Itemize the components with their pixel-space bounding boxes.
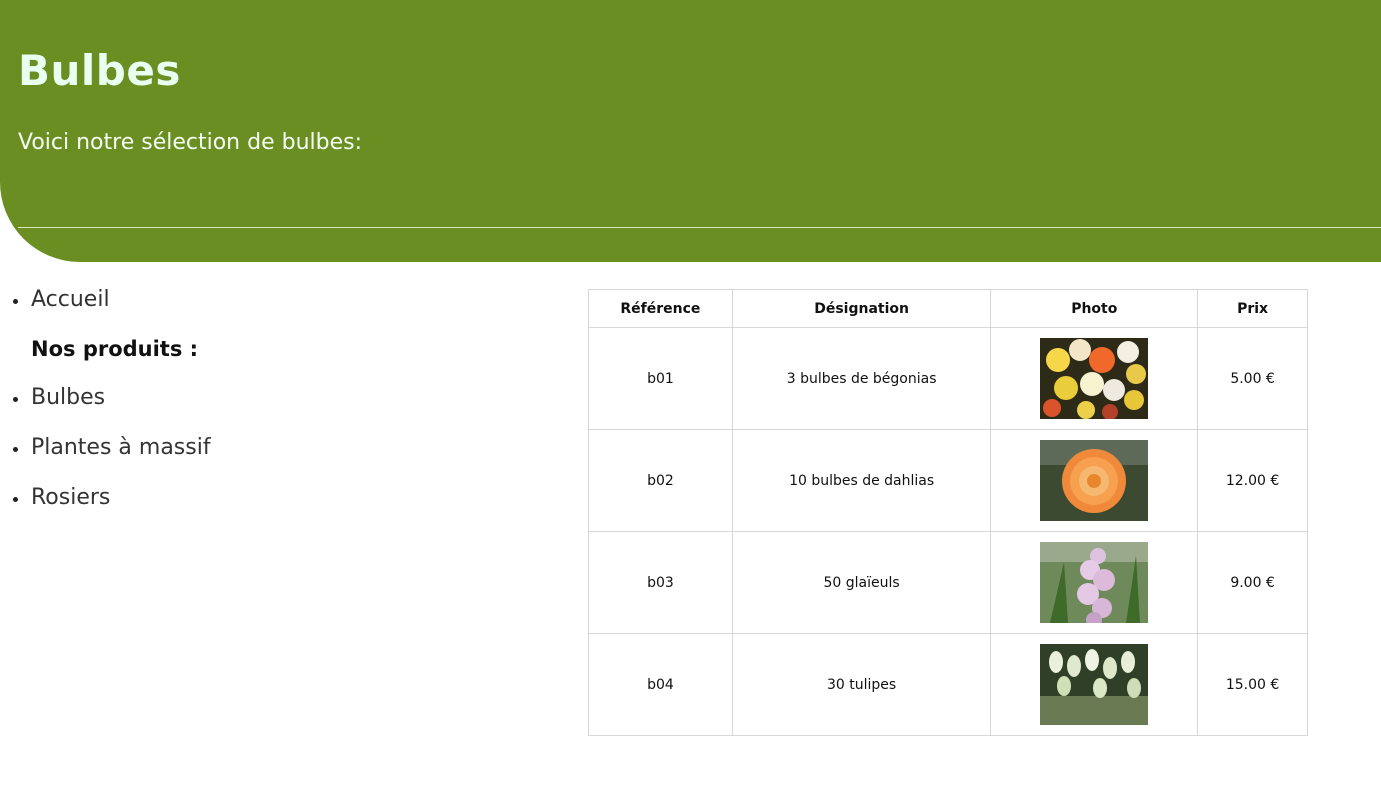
page-subtitle: Voici notre sélection de bulbes:	[18, 130, 362, 155]
gladiolus-photo	[1040, 542, 1149, 623]
column-header-reference: Référence	[588, 289, 733, 328]
page-header: Bulbes Voici notre sélection de bulbes:	[0, 0, 1381, 262]
cell-photo	[990, 429, 1199, 532]
table-row: b04 30 tulipes 15.00 €	[588, 633, 1308, 736]
page-title: Bulbes	[18, 46, 181, 95]
nav-link-bulbes[interactable]: Bulbes	[31, 385, 105, 410]
products-heading-label: Nos produits :	[31, 337, 199, 361]
table-row: b02 10 bulbes de dahlias 12.00 €	[588, 429, 1308, 532]
bullet-icon	[13, 397, 18, 402]
cell-photo	[990, 633, 1199, 736]
column-header-photo: Photo	[990, 289, 1199, 328]
cell-reference: b04	[588, 633, 733, 736]
cell-designation: 10 bulbes de dahlias	[731, 429, 992, 532]
table-row: b01 3 bulbes de bégonias 5.00 €	[588, 327, 1308, 430]
cell-photo	[990, 531, 1199, 634]
cell-price: 12.00 €	[1197, 429, 1308, 532]
cell-designation: 3 bulbes de bégonias	[731, 327, 992, 430]
nav-link-rosiers[interactable]: Rosiers	[31, 485, 110, 510]
cell-price: 15.00 €	[1197, 633, 1308, 736]
products-heading: Nos produits :	[0, 335, 500, 383]
cell-reference: b02	[588, 429, 733, 532]
cell-photo	[990, 327, 1199, 430]
table-row: b03 50 glaïeuls 9.00 €	[588, 531, 1308, 634]
begonia-photo	[1040, 338, 1149, 419]
nav-item-rosiers[interactable]: Rosiers	[0, 483, 500, 533]
column-header-price: Prix	[1197, 289, 1308, 328]
sidebar-nav: Accueil Nos produits : Bulbes Plantes à …	[0, 285, 500, 533]
products-table: Référence Désignation Photo Prix b01 3 b…	[588, 289, 1308, 736]
bullet-icon	[13, 447, 18, 452]
cell-reference: b01	[588, 327, 733, 430]
table-header-row: Référence Désignation Photo Prix	[588, 289, 1308, 328]
tulip-photo	[1040, 644, 1149, 725]
cell-price: 5.00 €	[1197, 327, 1308, 430]
nav-item-bulbes[interactable]: Bulbes	[0, 383, 500, 433]
bullet-icon	[13, 299, 18, 304]
nav-link-home[interactable]: Accueil	[31, 287, 110, 312]
column-header-designation: Désignation	[731, 289, 992, 328]
header-divider	[18, 227, 1381, 228]
cell-designation: 30 tulipes	[731, 633, 992, 736]
nav-item-plantes[interactable]: Plantes à massif	[0, 433, 500, 483]
nav-item-home[interactable]: Accueil	[0, 285, 500, 335]
cell-designation: 50 glaïeuls	[731, 531, 992, 634]
cell-reference: b03	[588, 531, 733, 634]
nav-link-plantes[interactable]: Plantes à massif	[31, 435, 211, 460]
cell-price: 9.00 €	[1197, 531, 1308, 634]
bullet-icon	[13, 497, 18, 502]
dahlia-photo	[1040, 440, 1149, 521]
